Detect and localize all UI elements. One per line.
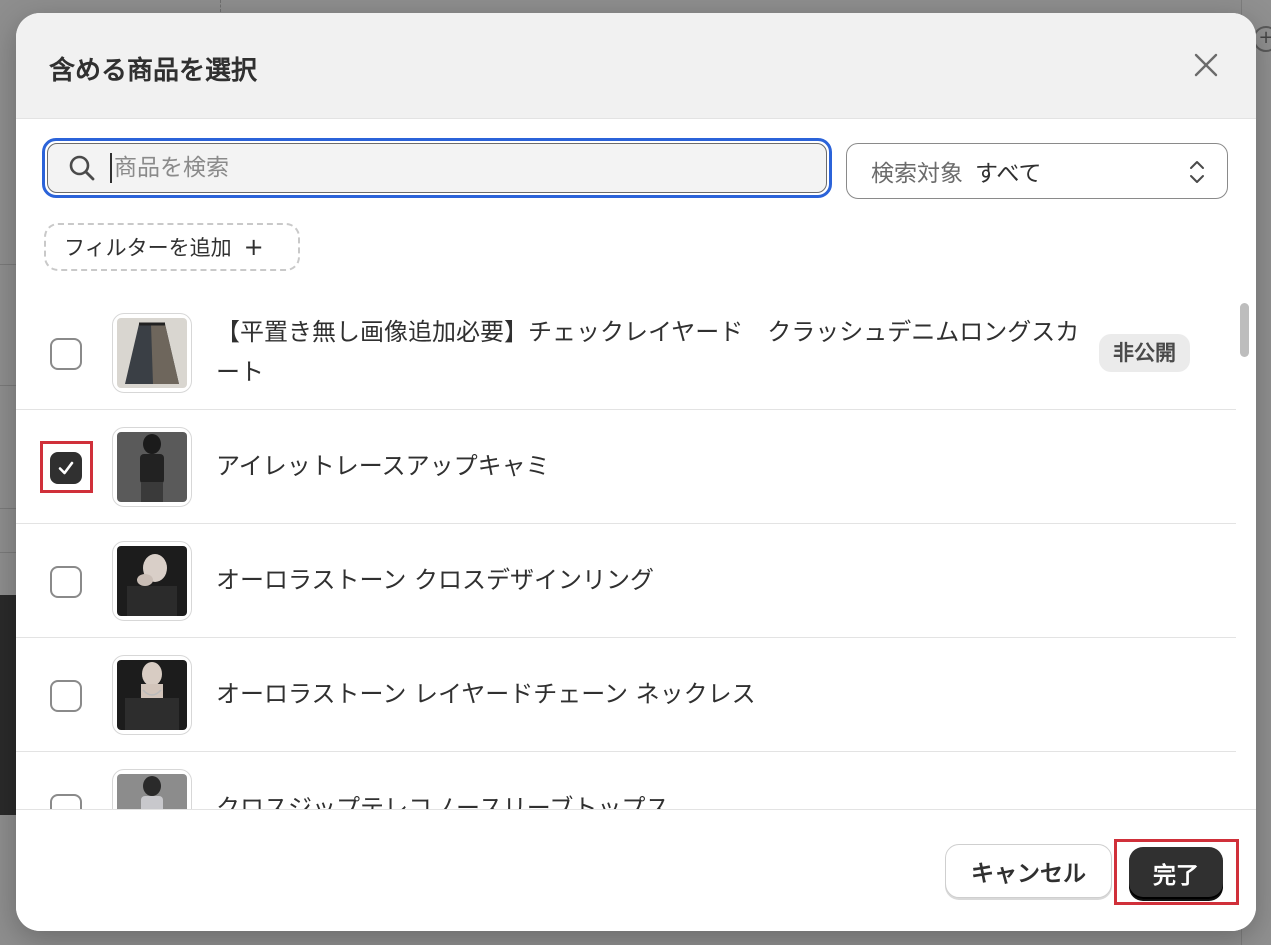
cancel-button[interactable]: キャンセル xyxy=(945,844,1112,898)
product-title: クロスジップテレコノースリーブトップス xyxy=(216,794,670,809)
modal-footer: キャンセル 完了 xyxy=(16,809,1256,931)
list-scrollbar-track[interactable] xyxy=(1236,296,1256,809)
search-scope-select[interactable]: 検索対象 すべて xyxy=(846,143,1228,199)
skirt-image xyxy=(117,318,187,388)
product-checkbox[interactable] xyxy=(50,338,82,370)
ring-image xyxy=(117,546,187,616)
list-item[interactable]: クロスジップテレコノースリーブトップス xyxy=(16,752,1236,809)
close-button[interactable] xyxy=(1192,51,1220,79)
top-image xyxy=(117,774,187,809)
product-select-modal: 含める商品を選択 検索対象 すべて フィルターを追加 + xyxy=(16,13,1256,931)
list-item[interactable]: 【平置き無し画像追加必要】チェックレイヤード クラッシュデニムロングスカート 非… xyxy=(16,296,1236,410)
background-divider xyxy=(0,508,16,509)
product-thumbnail xyxy=(112,427,192,507)
product-thumbnail xyxy=(112,655,192,735)
product-title: オーロラストーン レイヤードチェーン ネックレス xyxy=(216,680,756,708)
product-title: アイレットレースアップキャミ xyxy=(216,452,550,480)
background-divider xyxy=(0,264,16,265)
background-divider xyxy=(0,552,16,553)
search-box xyxy=(42,138,832,198)
modal-title: 含める商品を選択 xyxy=(49,56,258,86)
list-item[interactable]: アイレットレースアップキャミ xyxy=(16,410,1236,524)
checkmark-icon xyxy=(58,461,74,475)
modal-header: 含める商品を選択 xyxy=(16,13,1256,119)
product-title: 【平置き無し画像追加必要】チェックレイヤード クラッシュデニムロングスカート xyxy=(216,318,1080,386)
background-dotted-line xyxy=(220,0,221,12)
search-scope-label: 検索対象 xyxy=(871,161,963,187)
list-item[interactable]: オーロラストーン クロスデザインリング xyxy=(16,524,1236,638)
product-checkbox[interactable] xyxy=(50,452,82,484)
search-field xyxy=(47,143,827,193)
search-icon xyxy=(69,155,95,181)
search-scope-value: すべて xyxy=(975,161,1042,187)
done-button[interactable]: 完了 xyxy=(1129,847,1223,899)
product-title: オーロラストーン クロスデザインリング xyxy=(216,566,654,594)
add-filter-button[interactable]: フィルターを追加 + xyxy=(44,223,300,271)
plus-icon: + xyxy=(243,233,264,261)
status-badge: 非公開 xyxy=(1099,334,1190,372)
product-checkbox[interactable] xyxy=(50,680,82,712)
background-divider xyxy=(0,385,16,386)
product-checkbox[interactable] xyxy=(50,794,82,809)
background-photo xyxy=(0,595,16,815)
product-list[interactable]: 【平置き無し画像追加必要】チェックレイヤード クラッシュデニムロングスカート 非… xyxy=(16,296,1236,809)
close-icon xyxy=(1194,53,1218,77)
product-thumbnail xyxy=(112,313,192,393)
camisole-image xyxy=(117,432,187,502)
necklace-image xyxy=(117,660,187,730)
list-item[interactable]: オーロラストーン レイヤードチェーン ネックレス xyxy=(16,638,1236,752)
list-scrollbar-thumb[interactable] xyxy=(1240,303,1249,357)
product-thumbnail xyxy=(112,541,192,621)
chevron-up-down-icon xyxy=(1190,161,1204,183)
product-checkbox[interactable] xyxy=(50,566,82,598)
add-filter-label: フィルターを追加 xyxy=(64,236,232,260)
product-thumbnail xyxy=(112,769,192,809)
search-input[interactable] xyxy=(110,153,760,183)
